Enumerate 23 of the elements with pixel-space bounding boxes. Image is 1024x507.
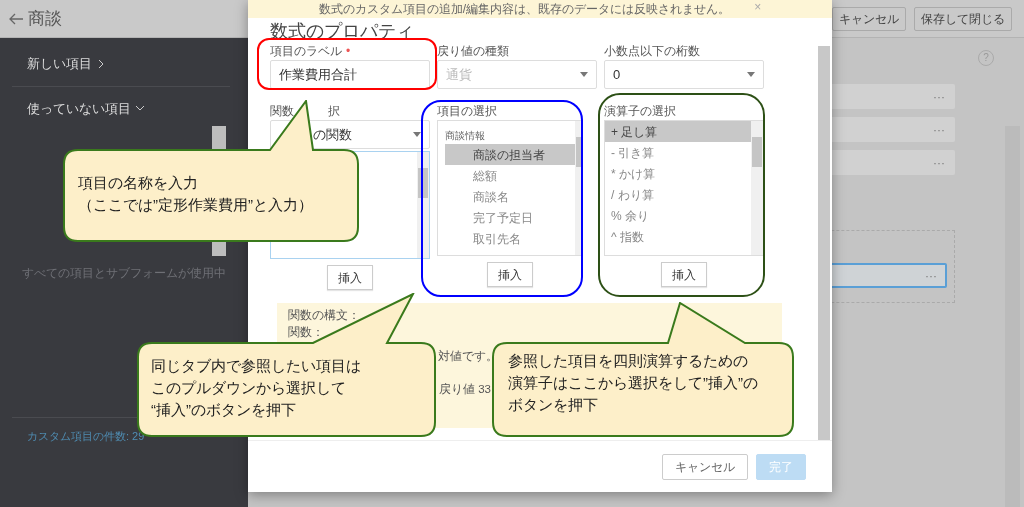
field-label: 項目の選択 — [437, 104, 497, 118]
callout-text: （ここでは”定形作業費用”と入力） — [78, 195, 313, 215]
field-label: 小数点以下の桁数 — [604, 44, 700, 58]
syntax-text: 戻り値 33 — [439, 383, 491, 395]
syntax-text: 対値です。 — [438, 349, 498, 363]
field-label: 演算子の選択 — [604, 104, 676, 118]
field-label: 関数 — [270, 105, 294, 118]
callout-text: “挿入”のボタンを押下 — [151, 400, 297, 420]
callout-text: 演算子はここから選択をして”挿入”の — [508, 373, 758, 393]
field-label: 項目のラベル — [270, 44, 342, 58]
syntax-title: 関数の構文： — [288, 308, 360, 322]
field-label: 戻り値の種類 — [437, 44, 509, 58]
notice-text: 数式のカスタム項目の追加/編集内容は、既存のデータには反映されません。 — [318, 1, 731, 18]
required-mark: • — [346, 44, 351, 58]
group-label: 商談情報 — [445, 130, 485, 141]
field-label: 択 — [328, 105, 340, 118]
callout-text: 参照した項目を四則演算するための — [508, 351, 749, 371]
callout-text: このプルダウンから選択して — [151, 378, 347, 398]
callout-text: ボタンを押下 — [508, 395, 599, 415]
page-title: 商談 — [28, 7, 62, 30]
callout-text: 項目の名称を入力 — [78, 173, 199, 193]
callout-text: 同じタブ内で参照したい項目は — [151, 356, 361, 376]
syntax-text: 関数： — [288, 325, 324, 339]
